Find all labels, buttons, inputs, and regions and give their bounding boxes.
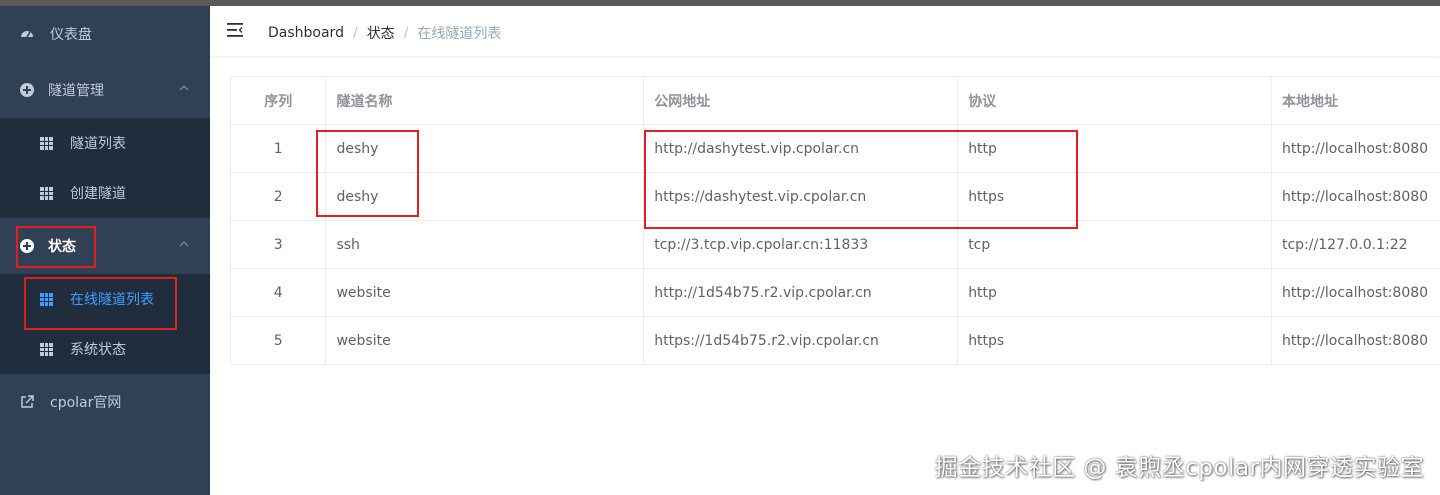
column-header-tunnel-name: 隧道名称 bbox=[325, 77, 645, 125]
sidebar-item-tunnel-management[interactable]: 隧道管理 bbox=[0, 62, 210, 118]
cell-index: 4 bbox=[231, 268, 327, 317]
sidebar-item-label: 创建隧道 bbox=[70, 186, 126, 202]
column-header-index: 序列 bbox=[231, 77, 327, 125]
cell-protocol: http bbox=[957, 268, 1272, 317]
cell-local-address: http://localhost:8080 bbox=[1271, 124, 1440, 173]
table-icon bbox=[40, 136, 53, 150]
external-link-icon bbox=[21, 395, 34, 408]
column-header-public-url: 公网地址 bbox=[643, 77, 959, 125]
cell-public-url: http://1d54b75.r2.vip.cpolar.cn bbox=[643, 268, 959, 317]
breadcrumb-current: 在线隧道列表 bbox=[417, 26, 502, 42]
cell-index: 1 bbox=[231, 124, 327, 173]
table-header-row: 序列 隧道名称 公网地址 协议 本地地址 bbox=[231, 77, 1440, 125]
chevron-up-icon bbox=[179, 85, 189, 91]
table-row: 5 website https://1d54b75.r2.vip.cpolar.… bbox=[231, 316, 1440, 365]
breadcrumb-separator: / bbox=[403, 25, 409, 41]
cell-local-address: http://localhost:8080 bbox=[1271, 316, 1440, 365]
cell-index: 3 bbox=[231, 220, 327, 269]
breadcrumb-home[interactable]: Dashboard bbox=[268, 25, 344, 41]
annotation-box-online-tunnels-menu bbox=[24, 277, 177, 330]
annotation-box-status-menu bbox=[16, 226, 96, 268]
dashboard-icon bbox=[21, 31, 33, 38]
sidebar-item-label: 系统状态 bbox=[70, 342, 126, 358]
cell-public-url: https://1d54b75.r2.vip.cpolar.cn bbox=[643, 316, 959, 365]
sidebar-item-create-tunnel[interactable]: 创建隧道 bbox=[0, 168, 210, 218]
breadcrumb: Dashboard / 状态 / 在线隧道列表 bbox=[268, 23, 501, 43]
table-row: 4 website http://1d54b75.r2.vip.cpolar.c… bbox=[231, 268, 1440, 317]
sidebar-item-system-status[interactable]: 系统状态 bbox=[0, 324, 210, 374]
navbar: Dashboard / 状态 / 在线隧道列表 bbox=[210, 6, 1440, 56]
cell-local-address: http://localhost:8080 bbox=[1271, 268, 1440, 317]
sidebar-item-cpolar-site[interactable]: cpolar官网 bbox=[0, 374, 210, 430]
chevron-up-icon bbox=[179, 241, 189, 247]
cell-local-address: http://localhost:8080 bbox=[1271, 172, 1440, 221]
column-header-protocol: 协议 bbox=[957, 77, 1272, 125]
cell-tunnel-name: website bbox=[325, 268, 645, 317]
cell-index: 5 bbox=[231, 316, 327, 365]
column-header-local-address: 本地地址 bbox=[1271, 77, 1440, 125]
cell-local-address: tcp://127.0.0.1:22 bbox=[1271, 220, 1440, 269]
breadcrumb-status[interactable]: 状态 bbox=[367, 23, 395, 43]
watermark-text: 掘金技术社区 @ 袁煦丞cpolar内网穿透实验室 bbox=[934, 455, 1424, 481]
sidebar-item-label: 仪表盘 bbox=[50, 27, 92, 43]
sidebar-item-label: 隧道管理 bbox=[48, 83, 104, 99]
sidebar-item-tunnel-list[interactable]: 隧道列表 bbox=[0, 118, 210, 168]
annotation-box-tunnel-names bbox=[316, 130, 419, 217]
breadcrumb-separator: / bbox=[352, 25, 358, 41]
hamburger-icon[interactable] bbox=[227, 23, 244, 37]
submenu-tunnel-management: 隧道列表 创建隧道 bbox=[0, 118, 210, 218]
cell-index: 2 bbox=[231, 172, 327, 221]
plus-circle-icon bbox=[20, 83, 34, 97]
cell-tunnel-name: ssh bbox=[325, 220, 645, 269]
table-icon bbox=[40, 186, 53, 200]
annotation-box-public-urls bbox=[644, 130, 1078, 229]
sidebar-item-dashboard[interactable]: 仪表盘 bbox=[0, 6, 210, 62]
cell-protocol: https bbox=[957, 316, 1272, 365]
sidebar-item-label: cpolar官网 bbox=[50, 395, 122, 411]
sidebar-item-label: 隧道列表 bbox=[70, 136, 126, 152]
cell-tunnel-name: website bbox=[325, 316, 645, 365]
table-icon bbox=[40, 342, 53, 356]
